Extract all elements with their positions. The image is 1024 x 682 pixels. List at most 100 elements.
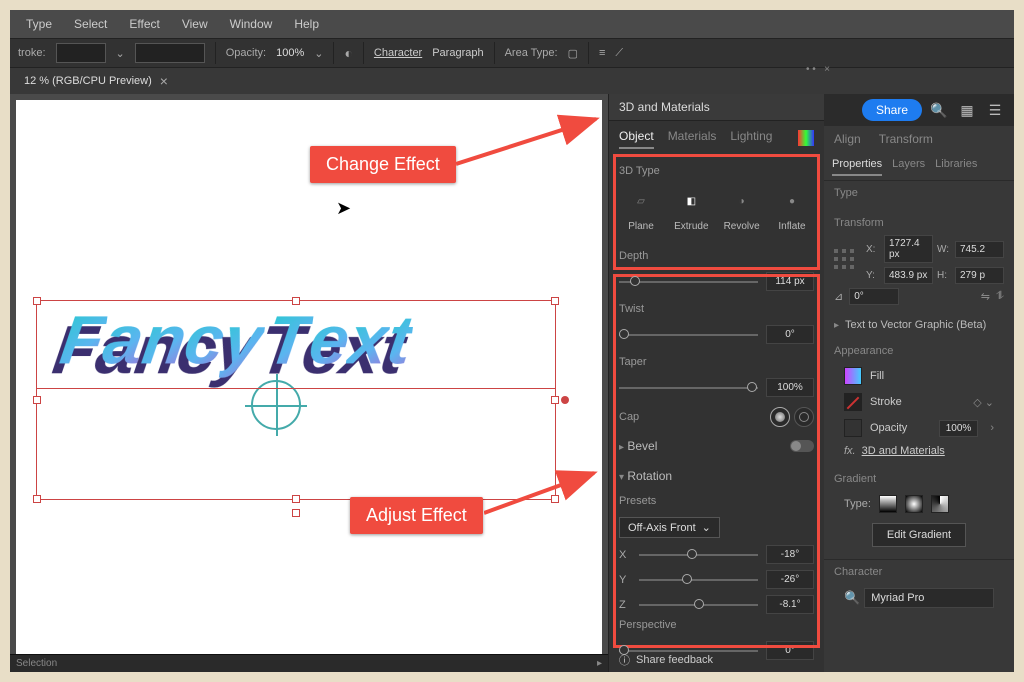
menu-view[interactable]: View (172, 13, 218, 35)
twist-value[interactable]: 0° (766, 325, 814, 344)
panel-dock-icon[interactable]: • • × (806, 64, 830, 75)
fx-3d-link[interactable]: 3D and Materials (862, 445, 945, 457)
reference-point[interactable] (834, 249, 856, 271)
flip-h-icon[interactable]: ⇋ (981, 290, 990, 303)
3d-type-revolve[interactable]: ◑Revolve (720, 187, 764, 232)
chevron-down-icon[interactable]: ⌄ (314, 47, 323, 60)
w-field[interactable]: 745.2 (955, 241, 1004, 258)
search-icon[interactable]: 🔍 (844, 590, 860, 606)
panel-icon[interactable]: ☰ (984, 102, 1006, 119)
area-type-icon[interactable]: ▢ (568, 47, 578, 60)
y-slider[interactable] (639, 579, 758, 581)
y-value[interactable]: -26° (766, 570, 814, 589)
stroke-weight[interactable] (135, 43, 205, 63)
preset-dropdown[interactable]: Off-Axis Front⌄ (619, 517, 720, 538)
angle-field[interactable]: 0° (849, 288, 899, 305)
transform-tab[interactable]: Transform (879, 132, 933, 146)
align-icon[interactable]: ≡ (599, 47, 605, 59)
panel-title: 3D and Materials (609, 94, 824, 121)
tab-object[interactable]: Object (619, 129, 654, 149)
rotation-section[interactable]: ▾ Rotation (609, 461, 824, 491)
warp-icon[interactable]: ⟋ (615, 47, 623, 60)
perspective-value[interactable]: 0° (766, 641, 814, 660)
depth-slider[interactable] (619, 281, 758, 283)
gradient-linear[interactable] (879, 495, 897, 513)
menu-select[interactable]: Select (64, 13, 117, 35)
cursor-icon: ➤ (336, 198, 351, 219)
menu-type[interactable]: Type (16, 13, 62, 35)
stroke-weight-stepper[interactable]: ◇ ⌄ (973, 396, 994, 409)
right-rail: Share 🔍 ▦ ☰ Align Transform Properties L… (824, 94, 1014, 672)
tab-title: 12 % (RGB/CPU Preview) (24, 75, 152, 87)
render-icon[interactable] (798, 130, 814, 146)
taper-label: Taper (619, 356, 814, 368)
gradient-freeform[interactable] (931, 495, 949, 513)
font-family-select[interactable]: Myriad Pro (864, 588, 994, 608)
arrange-icon[interactable]: ▦ (956, 102, 978, 119)
character-link[interactable]: Character (374, 47, 422, 59)
info-icon: ⓘ (619, 652, 630, 668)
y-field[interactable]: 483.9 px (884, 267, 933, 284)
taper-slider[interactable] (619, 387, 758, 389)
z-value[interactable]: -8.1° (766, 595, 814, 614)
chevron-down-icon: ⌄ (702, 521, 711, 534)
twist-slider[interactable] (619, 334, 758, 336)
x-slider[interactable] (639, 554, 758, 556)
chevron-down-icon[interactable]: ⌄ (116, 47, 125, 60)
3d-type-extrude[interactable]: ◧Extrude (669, 187, 713, 232)
x-field[interactable]: 1727.4 px (884, 235, 933, 263)
menu-effect[interactable]: Effect (119, 13, 169, 35)
taper-value[interactable]: 100% (766, 378, 814, 397)
x-value[interactable]: -18° (766, 545, 814, 564)
stroke-label: Stroke (870, 396, 902, 408)
search-icon[interactable]: 🔍 (928, 102, 950, 119)
recolor-icon[interactable]: ◐ (344, 45, 352, 61)
canvas-area[interactable]: FF aa nn cc yy TT ee xx tt (10, 94, 608, 672)
document-tab[interactable]: 12 % (RGB/CPU Preview) × (16, 69, 176, 93)
play-icon[interactable]: ▸ (597, 658, 602, 669)
transform-section-title: Transform (834, 217, 1004, 229)
selection-bounds (36, 300, 556, 500)
paragraph-link[interactable]: Paragraph (432, 47, 483, 59)
cap-off[interactable] (794, 407, 814, 427)
tab-materials[interactable]: Materials (668, 129, 717, 149)
opacity-value[interactable]: 100% (276, 47, 304, 59)
character-title: Character (834, 566, 1004, 578)
align-tab[interactable]: Align (834, 132, 861, 146)
z-slider[interactable] (639, 604, 758, 606)
artboard[interactable]: FF aa nn cc yy TT ee xx tt (16, 100, 602, 656)
depth-value[interactable]: 114 px (766, 272, 814, 291)
opacity-swatch[interactable] (844, 419, 862, 437)
cap-on[interactable] (770, 407, 790, 427)
close-icon[interactable]: × (160, 73, 168, 89)
y-label: Y (619, 574, 631, 586)
status-bar: Selection ▸ (10, 654, 608, 672)
opacity-value[interactable]: 100% (939, 420, 979, 437)
h-field[interactable]: 279 p (955, 267, 1004, 284)
fill-swatch[interactable] (844, 367, 862, 385)
document-tabs: 12 % (RGB/CPU Preview) × (10, 68, 1014, 94)
status-selection: Selection (16, 658, 57, 669)
libraries-tab[interactable]: Libraries (935, 158, 977, 176)
text-to-vector-link[interactable]: ▸Text to Vector Graphic (Beta) (824, 311, 1014, 339)
gradient-radial[interactable] (905, 495, 923, 513)
fx-icon: fx. (844, 445, 856, 457)
bevel-section[interactable]: ▸ Bevel (609, 431, 824, 461)
gradient-title: Gradient (834, 473, 1004, 485)
edit-gradient-button[interactable]: Edit Gradient (872, 523, 966, 547)
chevron-right-icon[interactable]: › (990, 422, 994, 434)
flip-v-icon[interactable]: ⥮ (996, 290, 1004, 303)
3d-type-plane[interactable]: ▱Plane (619, 187, 663, 232)
menu-help[interactable]: Help (284, 13, 329, 35)
stroke-swatch[interactable] (844, 393, 862, 411)
share-button[interactable]: Share (862, 99, 922, 121)
menu-window[interactable]: Window (220, 13, 283, 35)
layers-tab[interactable]: Layers (892, 158, 925, 176)
properties-tab[interactable]: Properties (832, 158, 882, 176)
tab-lighting[interactable]: Lighting (730, 129, 772, 149)
bevel-toggle[interactable] (790, 440, 814, 452)
3d-type-inflate[interactable]: ●Inflate (770, 187, 814, 232)
share-feedback-link[interactable]: ⓘShare feedback (619, 652, 713, 668)
cap-label: Cap (619, 411, 639, 423)
stroke-color[interactable] (56, 43, 106, 63)
